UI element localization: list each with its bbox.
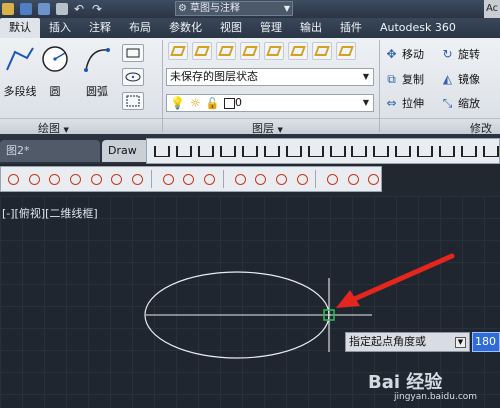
watermark-url: jingyan.baidu.com [394, 392, 478, 402]
dynamic-input-prompt: 指定起点角度或 ▼ [345, 332, 470, 352]
arrow-shaft [349, 253, 455, 303]
prompt-text: 指定起点角度或 [349, 335, 426, 348]
watermark-logo: Bai 经验 [368, 372, 443, 393]
autocad-window: ↶ ↷ ⚙ 草图与注释 ▼ Ac 默认 插入 注释 布局 参数化 视图 管理 输… [0, 0, 500, 408]
angle-input[interactable]: 180 [472, 332, 500, 352]
options-down-icon[interactable]: ▼ [455, 337, 466, 348]
